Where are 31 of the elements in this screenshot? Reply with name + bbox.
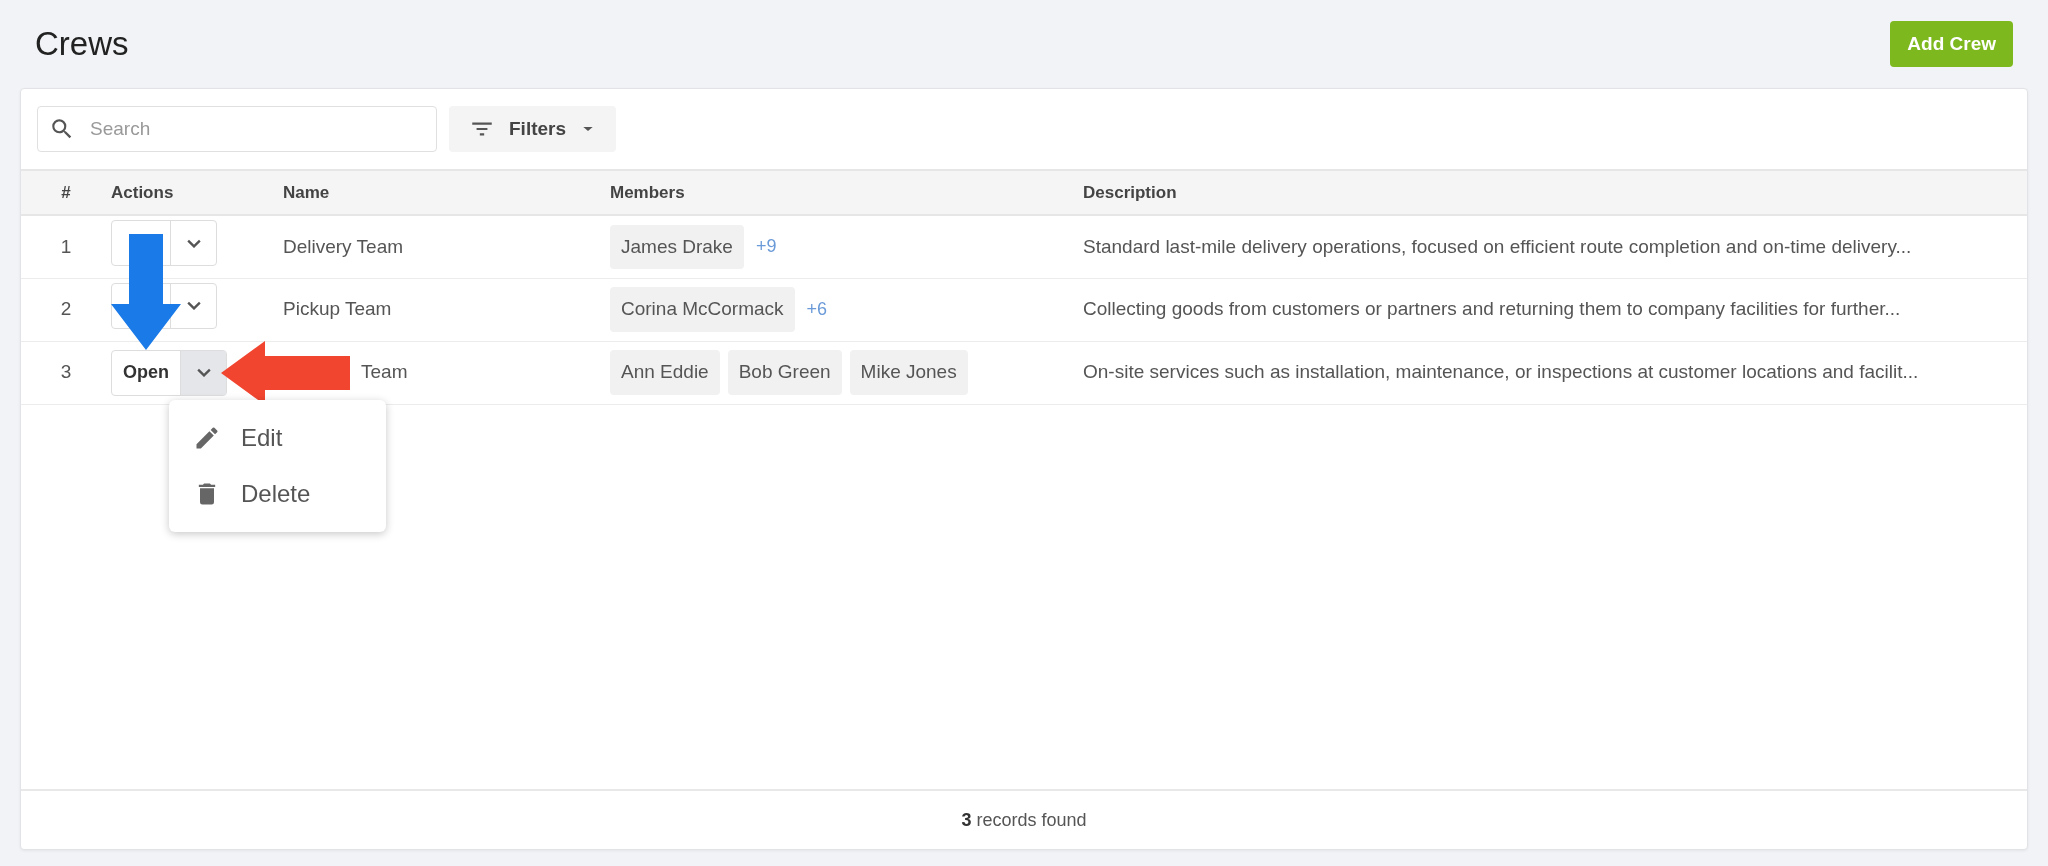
row-number: 3 [60,361,72,383]
dropdown-toggle-button[interactable] [180,350,226,395]
crew-name: Pickup Team [283,298,392,320]
crew-name: Delivery Team [283,235,404,257]
column-header: Members [610,182,685,202]
menu-item[interactable]: Edit [169,409,386,466]
member-tag: James Drake [610,224,744,269]
menu-item[interactable]: Delete [169,465,386,522]
column-header: # [61,182,71,202]
column-header: Description [1083,182,1177,202]
crew-description: On-site services such as installation, maintenance, or inspections at customer locations and facilit... [1083,361,1919,383]
chevron-down-icon [196,368,211,377]
crew-description: Collecting goods from customers or partners and returning them to company facilities for further... [1083,298,1901,320]
filters-button[interactable]: Filters [449,106,617,152]
member-tag: Corina McCormack [610,287,795,332]
member-tag: Bob Green [727,350,842,395]
records-count: 3 records found [961,808,1087,832]
row-number: 1 [60,235,72,257]
member-tag: Ann Eddie [610,350,720,395]
chevron-down-icon [186,301,201,311]
more-members-count: +9 [755,235,777,259]
column-header: Name [283,182,330,202]
search-field[interactable]: Search [37,106,437,152]
page-title: Crews [35,24,129,64]
crew-name: Team [360,361,408,383]
member-tag: Mike Jones [849,350,968,395]
column-header: Actions [111,182,174,202]
more-members-count: +6 [806,298,828,321]
chevron-down-icon [186,238,201,248]
crew-description: Standard last-mile delivery operations, focused on efficient route completion and on-time delivery... [1083,235,1912,257]
row-number: 2 [60,298,72,320]
